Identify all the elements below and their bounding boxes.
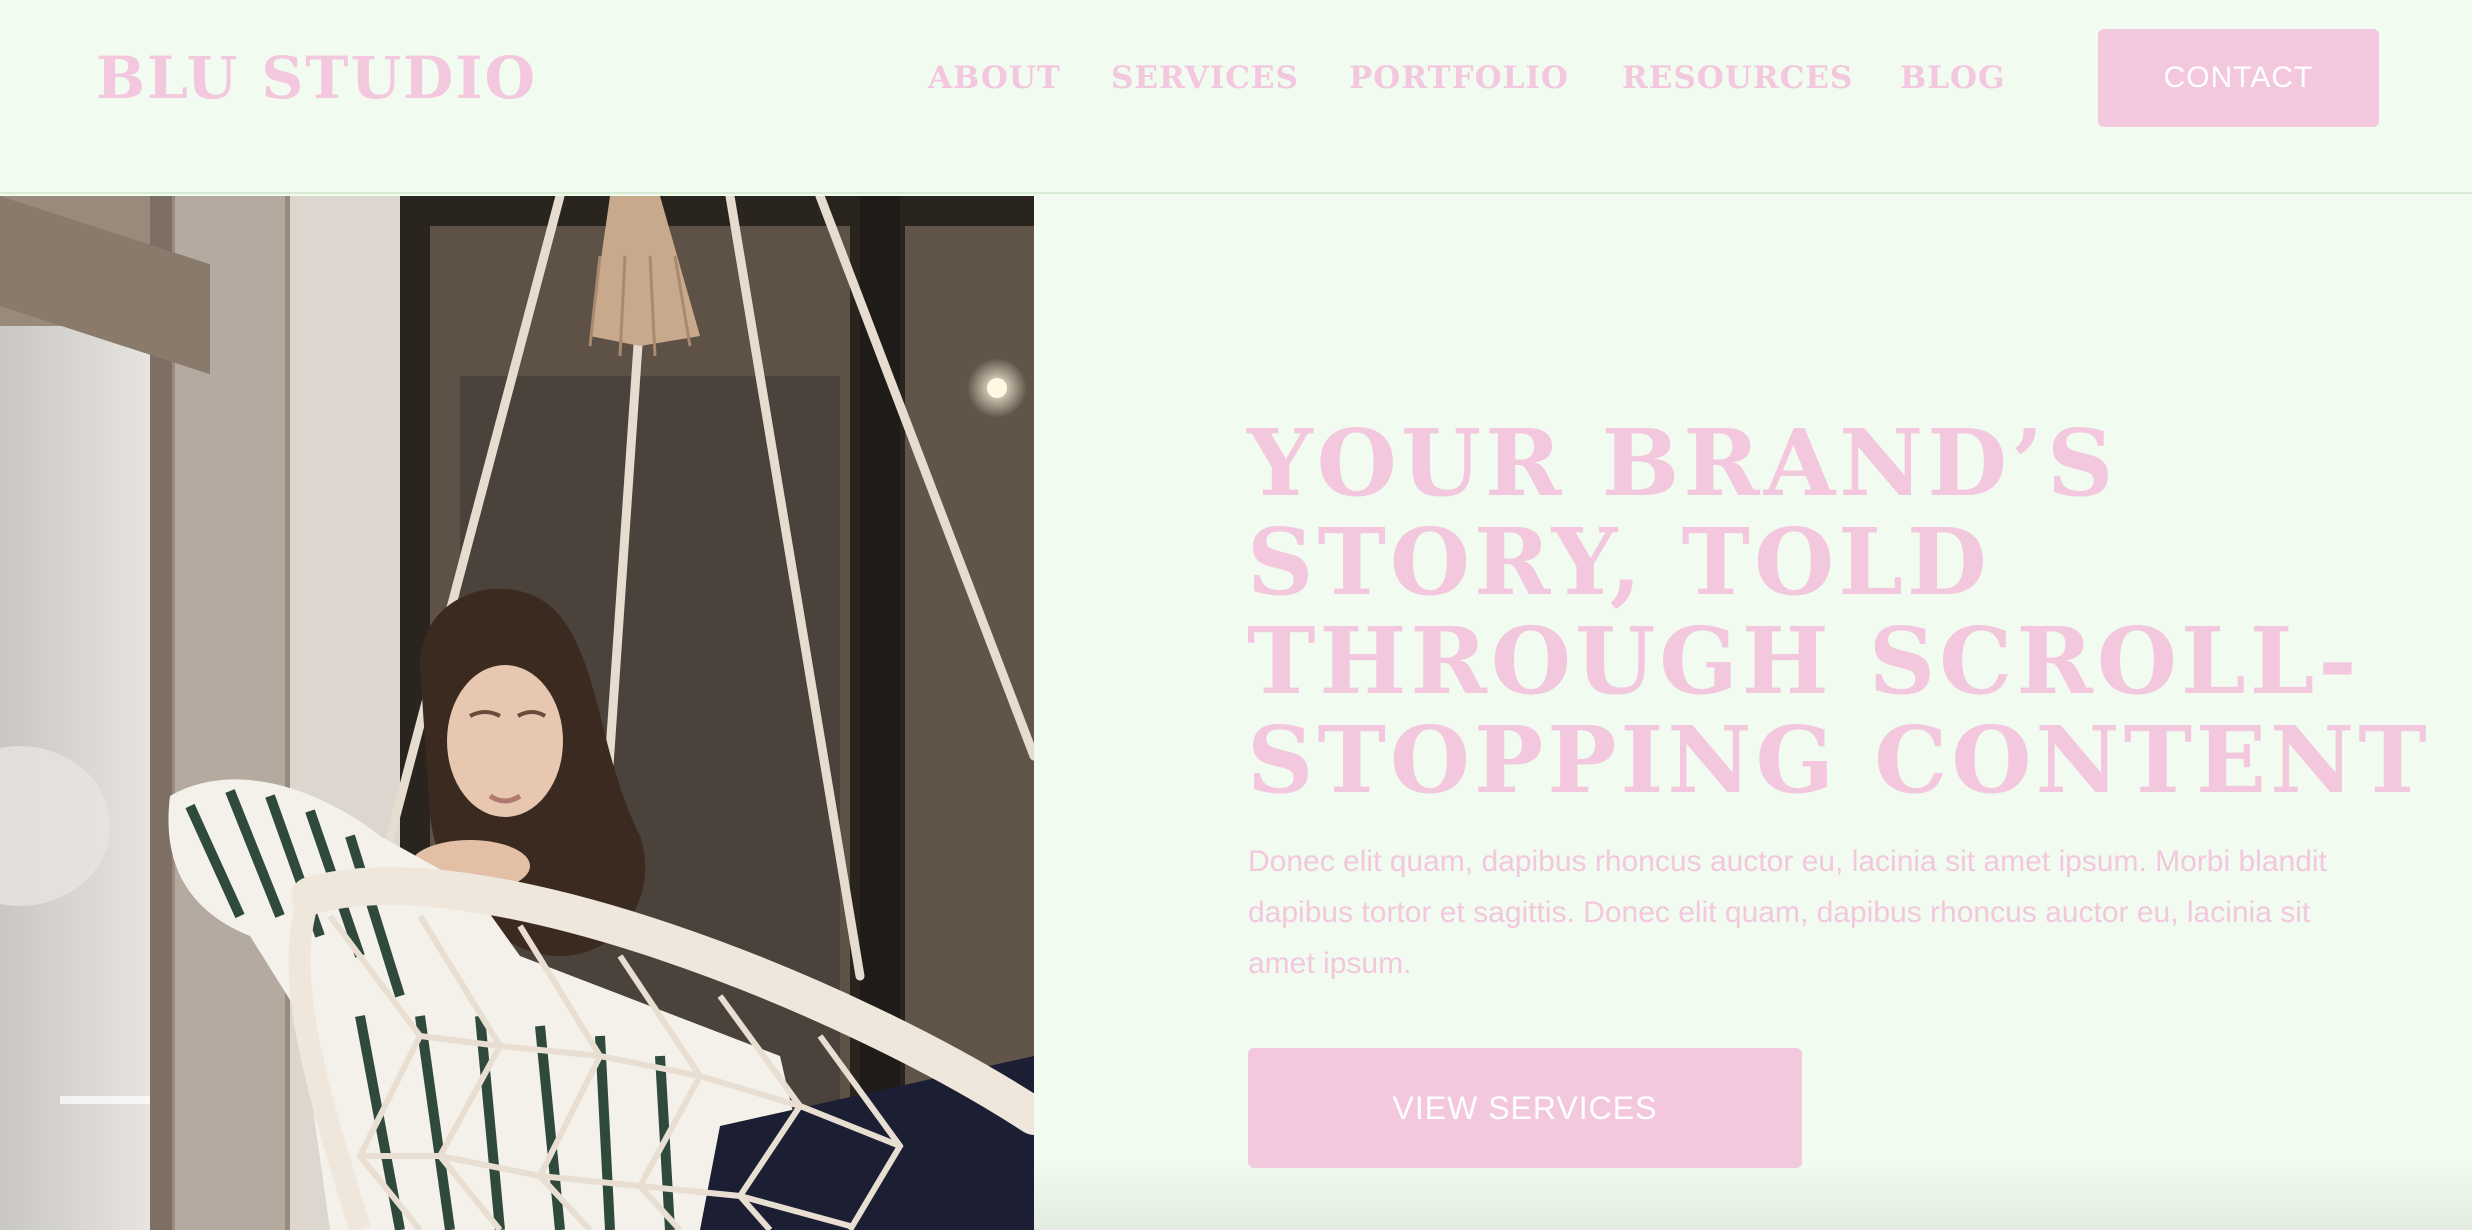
nav-item-services[interactable]: SERVICES [1111,58,1299,98]
hero-title: YOUR BRAND’S STORY, TOLD THROUGH SCROLL-… [1247,409,2431,814]
nav-item-about[interactable]: ABOUT [928,58,1061,98]
brand-logo[interactable]: BLU STUDIO [96,40,537,116]
hero-image [0,196,1034,1230]
contact-button[interactable]: CONTACT [2098,29,2379,127]
view-services-button[interactable]: VIEW SERVICES [1248,1048,1802,1168]
nav-item-resources[interactable]: RESOURCES [1622,58,1853,98]
hero-description: Donec elit quam, dapibus rhoncus auctor … [1248,845,2327,980]
nav-item-blog[interactable]: BLOG [1900,58,2005,98]
nav-item-portfolio[interactable]: PORTFOLIO [1349,58,1569,98]
bottom-fade [1034,1160,2472,1230]
site-header: BLU STUDIO ABOUT SERVICES PORTFOLIO RESO… [0,0,2472,194]
